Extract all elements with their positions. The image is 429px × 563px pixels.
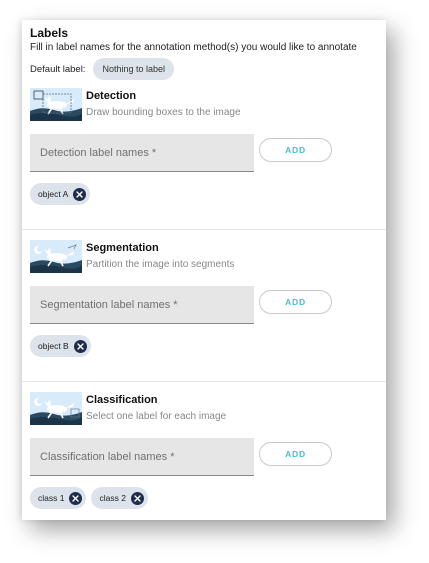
label-chip: class 2 xyxy=(91,487,148,509)
remove-chip-icon[interactable] xyxy=(69,491,83,505)
segmentation-add-button[interactable]: ADD xyxy=(259,290,332,314)
classification-label-field xyxy=(30,438,254,476)
segmentation-thumbnail-image xyxy=(30,240,82,273)
remove-chip-icon[interactable] xyxy=(73,339,87,353)
section-title-segmentation: Segmentation xyxy=(86,242,159,254)
detection-thumbnail xyxy=(30,88,82,121)
classification-label-input[interactable] xyxy=(30,438,254,475)
segmentation-label-field xyxy=(30,286,254,324)
chip-label: class 1 xyxy=(38,493,65,503)
label-chip: object B xyxy=(30,335,91,357)
default-label-caption: Default label: xyxy=(30,63,86,75)
detection-label-field xyxy=(30,134,254,172)
section-title-classification: Classification xyxy=(86,394,158,406)
detection-thumbnail-image xyxy=(30,88,82,121)
default-label-row: Default label: Nothing to label xyxy=(30,58,380,80)
section-divider xyxy=(22,381,386,382)
chip-label: class 2 xyxy=(99,493,126,503)
remove-chip-icon[interactable] xyxy=(130,491,144,505)
classification-add-button[interactable]: ADD xyxy=(259,442,332,466)
label-chip: object A xyxy=(30,183,91,205)
section-description-segmentation: Partition the image into segments xyxy=(86,259,235,270)
chip-label: object A xyxy=(38,189,69,199)
labels-panel: Labels Fill in label names for the annot… xyxy=(22,20,386,520)
detection-add-button[interactable]: ADD xyxy=(259,138,332,162)
chip-label: object B xyxy=(38,341,69,351)
detection-chip-list: object A xyxy=(30,183,91,205)
detection-label-input[interactable] xyxy=(30,134,254,171)
label-chip: class 1 xyxy=(30,487,87,509)
panel-subtitle: Fill in label names for the annotation m… xyxy=(30,42,357,53)
remove-chip-icon[interactable] xyxy=(73,187,87,201)
labels-header: Labels Fill in label names for the annot… xyxy=(30,26,380,80)
segmentation-label-input[interactable] xyxy=(30,286,254,323)
default-label-pill[interactable]: Nothing to label xyxy=(93,58,174,80)
classification-chip-list: class 1 class 2 xyxy=(30,487,148,509)
section-description-classification: Select one label for each image xyxy=(86,411,227,422)
section-description-detection: Draw bounding boxes to the image xyxy=(86,107,241,118)
classification-thumbnail xyxy=(30,392,82,425)
panel-title: Labels xyxy=(30,26,69,40)
section-title-detection: Detection xyxy=(86,90,137,102)
segmentation-thumbnail xyxy=(30,240,82,273)
segmentation-chip-list: object B xyxy=(30,335,91,357)
classification-thumbnail-image xyxy=(30,392,82,425)
section-divider xyxy=(22,229,386,230)
